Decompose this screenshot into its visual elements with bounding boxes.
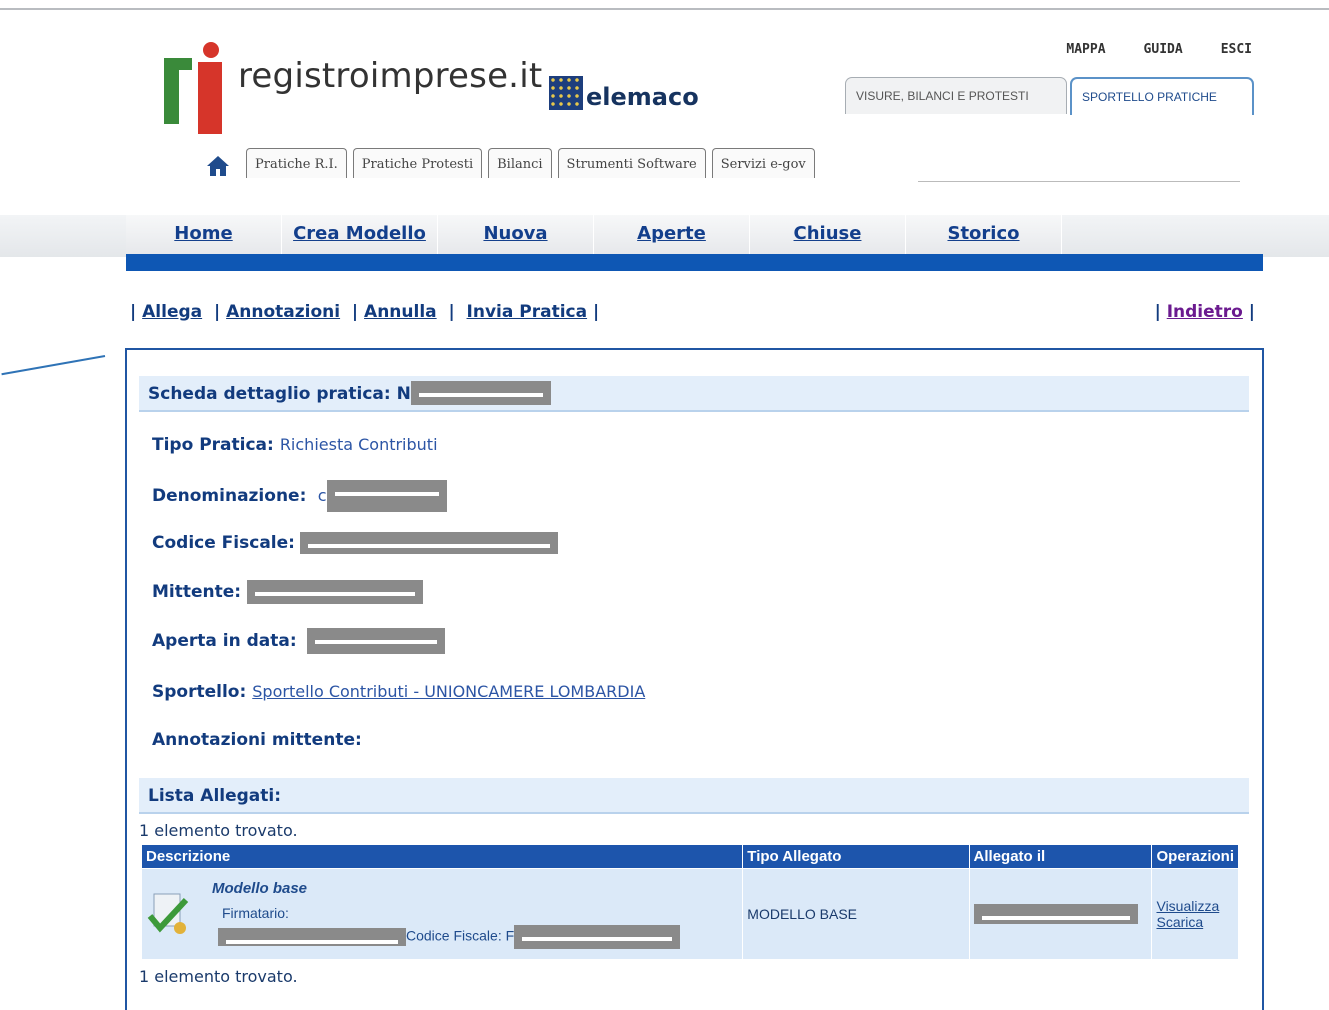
registroimprese-logo [164,42,222,134]
nav-crea-modello[interactable]: Crea Modello [282,215,438,255]
col-tipo-allegato: Tipo Allegato [742,844,970,869]
annotation-line [1,355,106,376]
attachments-table: Descrizione Tipo Allegato Allegato il Op… [140,844,1239,960]
field-sportello: Sportello: Sportello Contributi - UNIONCA… [152,682,646,702]
field-aperta-in-data: Aperta in data: [152,628,446,654]
redacted-block [218,927,406,946]
annulla-link[interactable]: Annulla [364,302,437,322]
top-links: MAPPA GUIDA ESCI [1066,42,1252,57]
cell-allegato-il [968,868,1153,960]
field-denominazione: Denominazione: c [152,480,447,512]
attachments-header: Lista Allegati: [139,778,1249,814]
redacted-block [300,532,559,554]
scarica-link[interactable]: Scarica [1156,914,1234,930]
signer-line: Codice Fiscale: F [218,924,681,949]
main-nav: Home Crea Modello Nuova Aperte Chiuse St… [126,215,1062,255]
count-text-top: 1 elemento trovato. [139,821,298,840]
nav-home[interactable]: Home [126,215,282,255]
tab-bilanci[interactable]: Bilanci [488,148,552,178]
table-row: Modello base Firmatario: Codice Fiscale:… [140,868,1239,960]
nav-nuova[interactable]: Nuova [438,215,594,255]
indietro-link[interactable]: Indietro [1167,302,1243,322]
cell-tipo-allegato: MODELLO BASE [742,868,970,960]
nav-blue-bar [126,254,1263,271]
cell-descrizione: Modello base Firmatario: Codice Fiscale:… [140,868,744,960]
home-icon[interactable] [206,154,230,178]
attachment-name: Modello base [212,879,308,897]
cell-operazioni: Visualizza Scarica [1151,868,1239,960]
invia-pratica-link[interactable]: Invia Pratica [467,302,588,322]
signed-document-icon [147,893,189,934]
nav-storico[interactable]: Storico [906,215,1062,255]
tab-row-line [918,181,1240,182]
col-allegato-il: Allegato il [968,844,1153,869]
logo-text: registroimprese.it [238,56,543,96]
redacted-block [514,924,681,949]
redacted-block [410,381,551,405]
action-links: | Allega | Annotazioni | Annulla | Invia… [130,302,600,322]
section-tabs: Pratiche R.I. Pratiche Protesti Bilanci … [246,148,815,178]
back-link-wrap: | Indietro | [1154,302,1255,322]
signer-label: Firmatario: [222,904,289,921]
col-operazioni: Operazioni [1151,844,1239,869]
field-tipo-pratica: Tipo Pratica: Richiesta Contributi [152,435,438,455]
telemaco-logo: elemaco [549,76,699,111]
guida-link[interactable]: GUIDA [1144,42,1183,57]
nav-chiuse[interactable]: Chiuse [750,215,906,255]
tab-pratiche-protesti[interactable]: Pratiche Protesti [352,148,483,178]
detail-header: Scheda dettaglio pratica: N [139,376,1249,412]
top-border [0,0,1329,10]
redacted-block [973,904,1138,924]
tab-sportello-pratiche[interactable]: SPORTELLO PRATICHE [1070,77,1254,115]
sportello-link[interactable]: Sportello Contributi - UNIONCAMERE LOMBA… [252,682,645,701]
mappa-link[interactable]: MAPPA [1066,42,1105,57]
nav-aperte[interactable]: Aperte [594,215,750,255]
detail-panel: Scheda dettaglio pratica: N Tipo Pratica… [125,348,1264,1010]
tab-visure[interactable]: VISURE, BILANCI E PROTESTI [845,77,1067,114]
redacted-block [307,628,446,654]
field-codice-fiscale: Codice Fiscale: [152,532,559,554]
esci-link[interactable]: ESCI [1221,42,1252,57]
annotazioni-link[interactable]: Annotazioni [226,302,340,322]
field-annotazioni: Annotazioni mittente: [152,730,362,750]
redacted-block [326,480,447,512]
visualizza-link[interactable]: Visualizza [1156,898,1234,914]
tab-strumenti-software[interactable]: Strumenti Software [557,148,706,178]
allega-link[interactable]: Allega [142,302,202,322]
tab-pratiche-ri[interactable]: Pratiche R.I. [246,148,347,178]
col-descrizione: Descrizione [140,844,744,869]
count-text-bottom: 1 elemento trovato. [139,967,298,986]
tab-servizi-egov[interactable]: Servizi e-gov [711,148,815,178]
field-mittente: Mittente: [152,580,423,604]
redacted-block [246,580,423,604]
